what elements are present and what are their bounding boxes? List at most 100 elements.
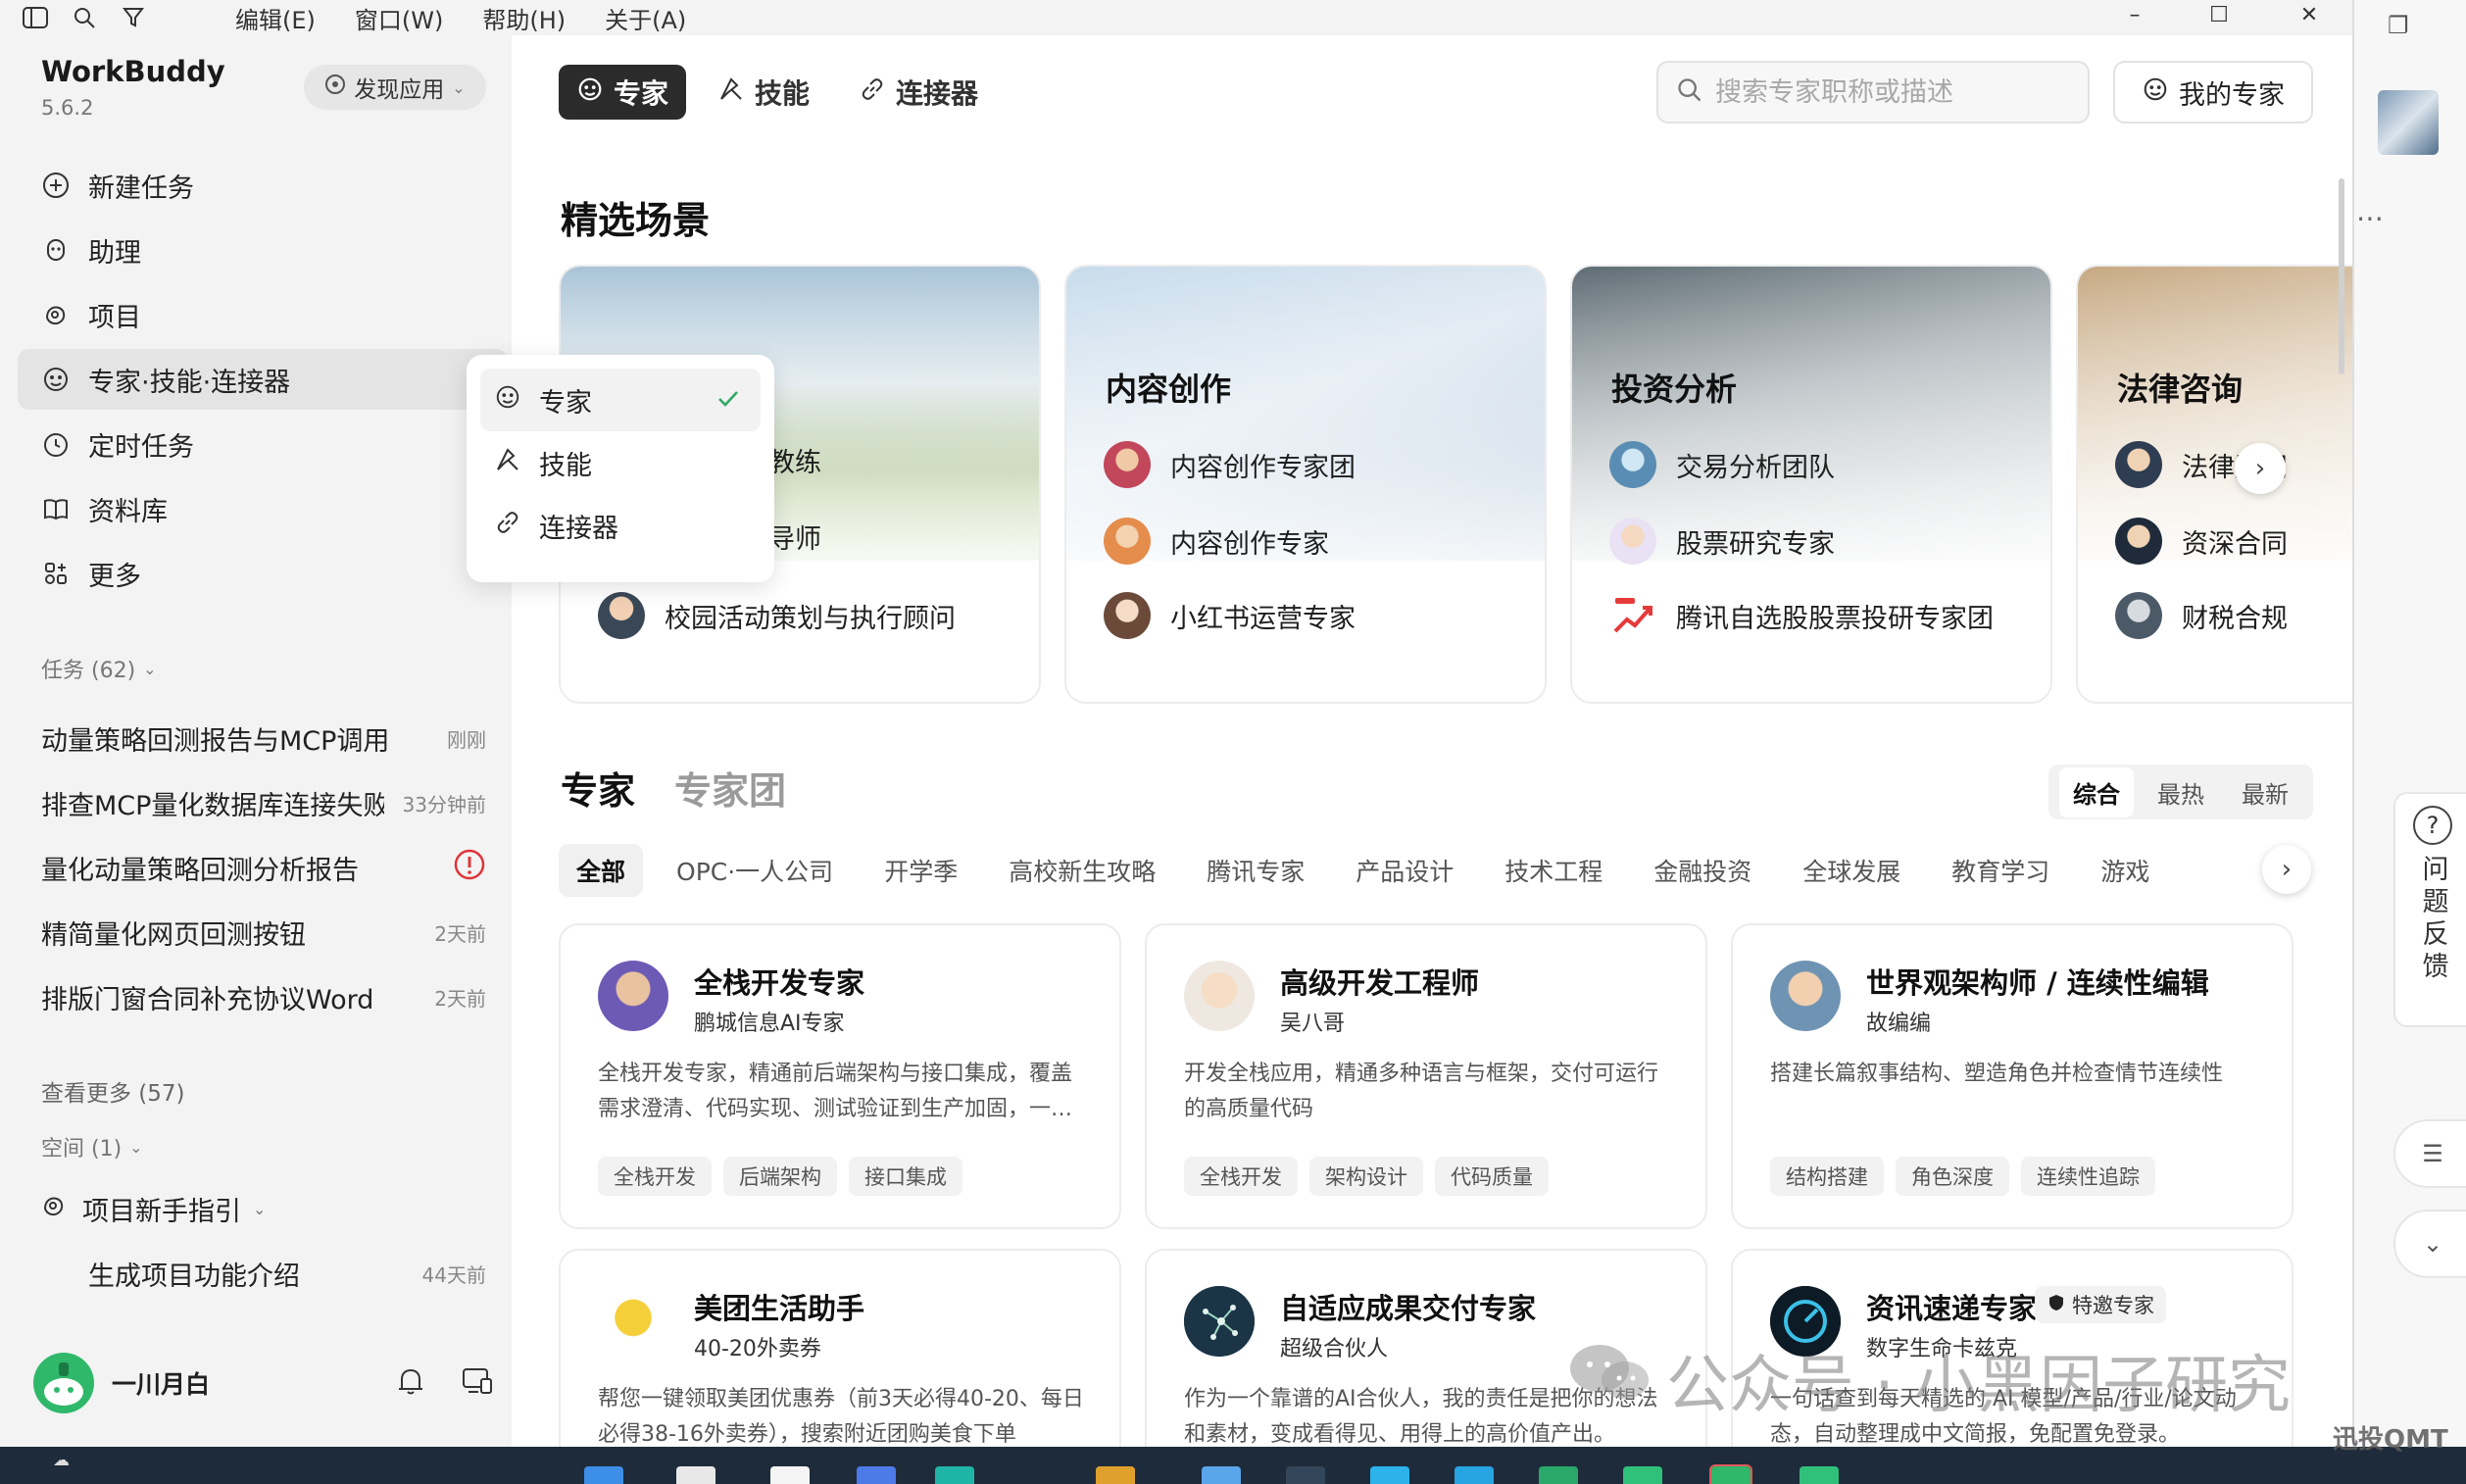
taskbar-app-icon[interactable]	[857, 1466, 896, 1484]
task-item[interactable]: 精简量化网页回测按钮 2天前	[41, 900, 486, 965]
tab-connectors[interactable]: 连接器	[841, 65, 996, 120]
notes-button[interactable]: ☰	[2393, 1119, 2466, 1188]
link-icon	[494, 509, 521, 543]
dropdown-item-skills[interactable]: 技能	[480, 431, 761, 494]
restore-window-icon[interactable]: ❐	[2388, 12, 2409, 39]
category-chip[interactable]: 全球发展	[1785, 844, 1918, 897]
taskbar-app-icon[interactable]	[1455, 1466, 1494, 1484]
scene-row[interactable]: 校园活动策划与执行顾问	[598, 592, 956, 639]
menu-help[interactable]: 帮助(H)	[482, 1, 566, 35]
scene-row[interactable]: 教练	[768, 441, 821, 479]
taskbar-app-icon[interactable]	[1709, 1464, 1752, 1484]
category-all[interactable]: 全部	[559, 844, 644, 897]
sort-new[interactable]: 最新	[2228, 767, 2302, 817]
sort-overall[interactable]: 综合	[2059, 767, 2134, 817]
nav-assistant[interactable]: 助理	[18, 220, 508, 280]
task-item[interactable]: 排查MCP量化数据库连接失败 33分钟前	[41, 770, 486, 835]
filter-icon[interactable]	[120, 4, 147, 31]
dropdown-item-connectors[interactable]: 连接器	[480, 494, 761, 557]
categories-next-button[interactable]: ›	[2262, 845, 2311, 894]
task-item[interactable]: 动量策略回测报告与MCP调用 刚刚	[41, 706, 486, 770]
category-chip[interactable]: 开学季	[866, 844, 975, 897]
taskbar-app-icon[interactable]	[1096, 1466, 1135, 1484]
search-icon[interactable]	[71, 4, 98, 31]
menu-edit[interactable]: 编辑(E)	[235, 1, 316, 35]
menu-about[interactable]: 关于(A)	[605, 1, 686, 35]
taskbar-app-icon[interactable]	[1539, 1466, 1578, 1484]
tab-expert-team[interactable]: 专家团	[674, 761, 786, 815]
taskbar-app-icon[interactable]	[1370, 1466, 1409, 1484]
nav-experts-skills-connectors[interactable]: 专家·技能·连接器	[18, 349, 508, 410]
scene-row[interactable]: 财税合规	[2115, 592, 2288, 639]
space-group[interactable]: 项目新手指引 ⌄	[39, 1190, 266, 1228]
spaces-header: 空间 (1)	[41, 1137, 123, 1162]
thumbnail-image[interactable]	[2378, 90, 2439, 155]
scene-row[interactable]: 交易分析团队	[1609, 441, 1835, 488]
taskbar-app-icon[interactable]	[770, 1466, 810, 1484]
spaces-section-toggle[interactable]: 空间 (1) ⌄	[41, 1131, 143, 1162]
tab-expert-individual[interactable]: 专家	[561, 761, 635, 815]
maximize-button[interactable]: ☐	[2190, 0, 2248, 29]
scenes-next-button[interactable]: ›	[2235, 443, 2286, 494]
sort-hot[interactable]: 最热	[2144, 767, 2218, 817]
collapse-button[interactable]: ⌄	[2393, 1210, 2466, 1278]
discover-apps-button[interactable]: 发现应用 ⌄	[304, 65, 486, 110]
taskbar-app-icon[interactable]	[676, 1466, 715, 1484]
close-button[interactable]: ✕	[2280, 0, 2339, 29]
dropdown-item-experts[interactable]: 专家	[480, 369, 761, 431]
space-item[interactable]: 生成项目功能介绍 44天前	[88, 1255, 486, 1293]
see-more-link[interactable]: 查看更多 (57)	[41, 1074, 185, 1108]
expert-card[interactable]: 美团生活助手 40-20外卖券 帮您一键领取美团优惠券（前3天必得40-20、每…	[559, 1249, 1121, 1447]
nav-library[interactable]: 资料库	[18, 478, 508, 539]
category-chip[interactable]: 腾讯专家	[1189, 844, 1322, 897]
expert-card[interactable]: 世界观架构师 / 连续性编辑 故编编 搭建长篇叙事结构、塑造角色并检查情节连续性…	[1731, 923, 2293, 1229]
task-item[interactable]: 量化动量策略回测分析报告	[41, 835, 486, 900]
scene-row[interactable]: 腾讯自选股股票投研专家团	[1609, 592, 1994, 639]
taskbar-app-icon[interactable]	[1202, 1466, 1241, 1484]
scene-row[interactable]: 资深合同	[2115, 518, 2288, 565]
taskbar-app-icon[interactable]	[1286, 1466, 1325, 1484]
category-chip[interactable]: 教育学习	[1934, 844, 2067, 897]
nav-new-task[interactable]: 新建任务	[18, 155, 508, 216]
tasks-section-toggle[interactable]: 任务 (62) ⌄	[41, 653, 157, 684]
nav-label: 资料库	[88, 496, 168, 527]
scene-row[interactable]: 小红书运营专家	[1104, 592, 1356, 639]
scene-row[interactable]: 导师	[768, 518, 821, 556]
menu-window[interactable]: 窗口(W)	[355, 1, 443, 35]
nav-scheduled-tasks[interactable]: 定时任务	[18, 414, 508, 474]
scene-row[interactable]: 内容创作专家	[1104, 518, 1329, 565]
more-icon[interactable]: ⋯	[2356, 202, 2384, 234]
sidebar-toggle-icon[interactable]	[22, 4, 49, 31]
category-chip[interactable]: 高校新生攻略	[991, 844, 1173, 897]
feedback-button[interactable]: ? 问题反馈	[2393, 792, 2466, 1027]
scene-card[interactable]: 内容创作 内容创作专家团 内容创作专家 小红书运营专家	[1064, 265, 1547, 704]
start-icon[interactable]	[584, 1466, 623, 1484]
bell-icon[interactable]	[396, 1365, 425, 1401]
minimize-button[interactable]: –	[2105, 0, 2164, 29]
scene-card[interactable]: 投资分析 交易分析团队 股票研究专家 腾讯自选股股票投研专家团	[1570, 265, 2052, 704]
taskbar-app-icon[interactable]	[1800, 1466, 1839, 1484]
search-input[interactable]	[1715, 76, 2068, 108]
tab-skills[interactable]: 技能	[700, 65, 827, 120]
scene-row[interactable]: 股票研究专家	[1609, 518, 1835, 565]
scene-card[interactable]: 法律咨询 法律顾问 资深合同 财税合规 ›	[2076, 265, 2352, 704]
category-chip[interactable]: OPC·一人公司	[659, 844, 851, 897]
category-chip[interactable]: 游戏	[2083, 844, 2167, 897]
category-chip[interactable]: 金融投资	[1636, 844, 1769, 897]
nav-more[interactable]: 更多	[18, 543, 508, 604]
device-icon[interactable]	[461, 1365, 494, 1401]
task-item[interactable]: 排版门窗合同补充协议Word 2天前	[41, 965, 486, 1029]
avatar[interactable]	[33, 1353, 94, 1413]
scrollbar-thumb[interactable]	[2339, 178, 2344, 374]
expert-card[interactable]: 全栈开发专家 鹏城信息AI专家 全栈开发专家，精通前后端架构与接口集成，覆盖需求…	[559, 923, 1121, 1229]
expert-card[interactable]: 高级开发工程师 吴八哥 开发全栈应用，精通多种语言与框架，交付可运行的高质量代码…	[1145, 923, 1707, 1229]
scene-row[interactable]: 内容创作专家团	[1104, 441, 1356, 488]
my-experts-button[interactable]: 我的专家	[2113, 61, 2313, 124]
category-chip[interactable]: 产品设计	[1338, 844, 1471, 897]
taskbar-app-icon[interactable]	[1623, 1466, 1662, 1484]
nav-project[interactable]: 项目	[18, 284, 508, 345]
taskbar-app-icon[interactable]	[935, 1466, 974, 1484]
nav-label: 新建任务	[88, 173, 194, 204]
tab-experts[interactable]: 专家	[559, 65, 687, 120]
category-chip[interactable]: 技术工程	[1487, 844, 1620, 897]
